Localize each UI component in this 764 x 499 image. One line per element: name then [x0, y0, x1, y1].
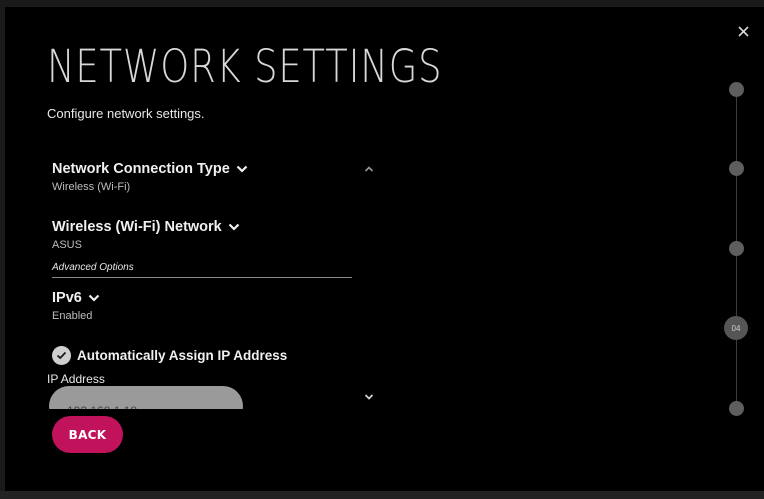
ipv6-label: IPv6 [52, 290, 82, 306]
chevron-down-icon [228, 223, 240, 231]
ip-address-field-container [49, 386, 243, 409]
ipv6-option[interactable]: IPv6 Enabled [52, 290, 100, 322]
check-icon [52, 346, 71, 365]
wifi-network-label: Wireless (Wi-Fi) Network [52, 219, 222, 235]
top-border [0, 0, 764, 7]
advanced-options-link[interactable]: Advanced Options [52, 262, 352, 278]
ipv6-value: Enabled [52, 310, 93, 322]
close-icon [738, 26, 749, 37]
stepper-step-2[interactable] [729, 161, 744, 176]
network-connection-type-label: Network Connection Type [52, 161, 230, 177]
stepper-step-current: 04 [724, 316, 748, 340]
page-title: NETWORK SETTINGS [47, 40, 443, 93]
stepper-step-5[interactable] [729, 401, 744, 416]
ip-address-label: IP Address [47, 372, 105, 386]
close-button[interactable] [733, 20, 755, 42]
page-subtitle: Configure network settings. [47, 106, 205, 121]
wifi-network-option[interactable]: Wireless (Wi-Fi) Network ASUS [52, 219, 240, 251]
ip-address-input[interactable] [49, 386, 243, 409]
auto-assign-ip-checkbox[interactable]: Automatically Assign IP Address [52, 346, 287, 365]
chevron-down-icon [88, 294, 100, 302]
network-connection-type-value: Wireless (Wi-Fi) [52, 181, 131, 193]
bottom-border [0, 491, 764, 499]
auto-assign-ip-label: Automatically Assign IP Address [77, 348, 288, 363]
network-settings-screen: NETWORK SETTINGS Configure network setti… [0, 0, 764, 499]
stepper-step-3[interactable] [729, 241, 744, 256]
chevron-up-icon[interactable] [362, 164, 376, 174]
stepper-step-1[interactable] [729, 82, 744, 97]
network-connection-type-option[interactable]: Network Connection Type Wireless (Wi-Fi) [52, 161, 248, 193]
left-border [0, 0, 5, 499]
back-button[interactable]: BACK [52, 416, 123, 453]
chevron-down-icon[interactable] [362, 392, 376, 402]
wifi-network-value: ASUS [52, 239, 82, 251]
chevron-down-icon [236, 165, 248, 173]
